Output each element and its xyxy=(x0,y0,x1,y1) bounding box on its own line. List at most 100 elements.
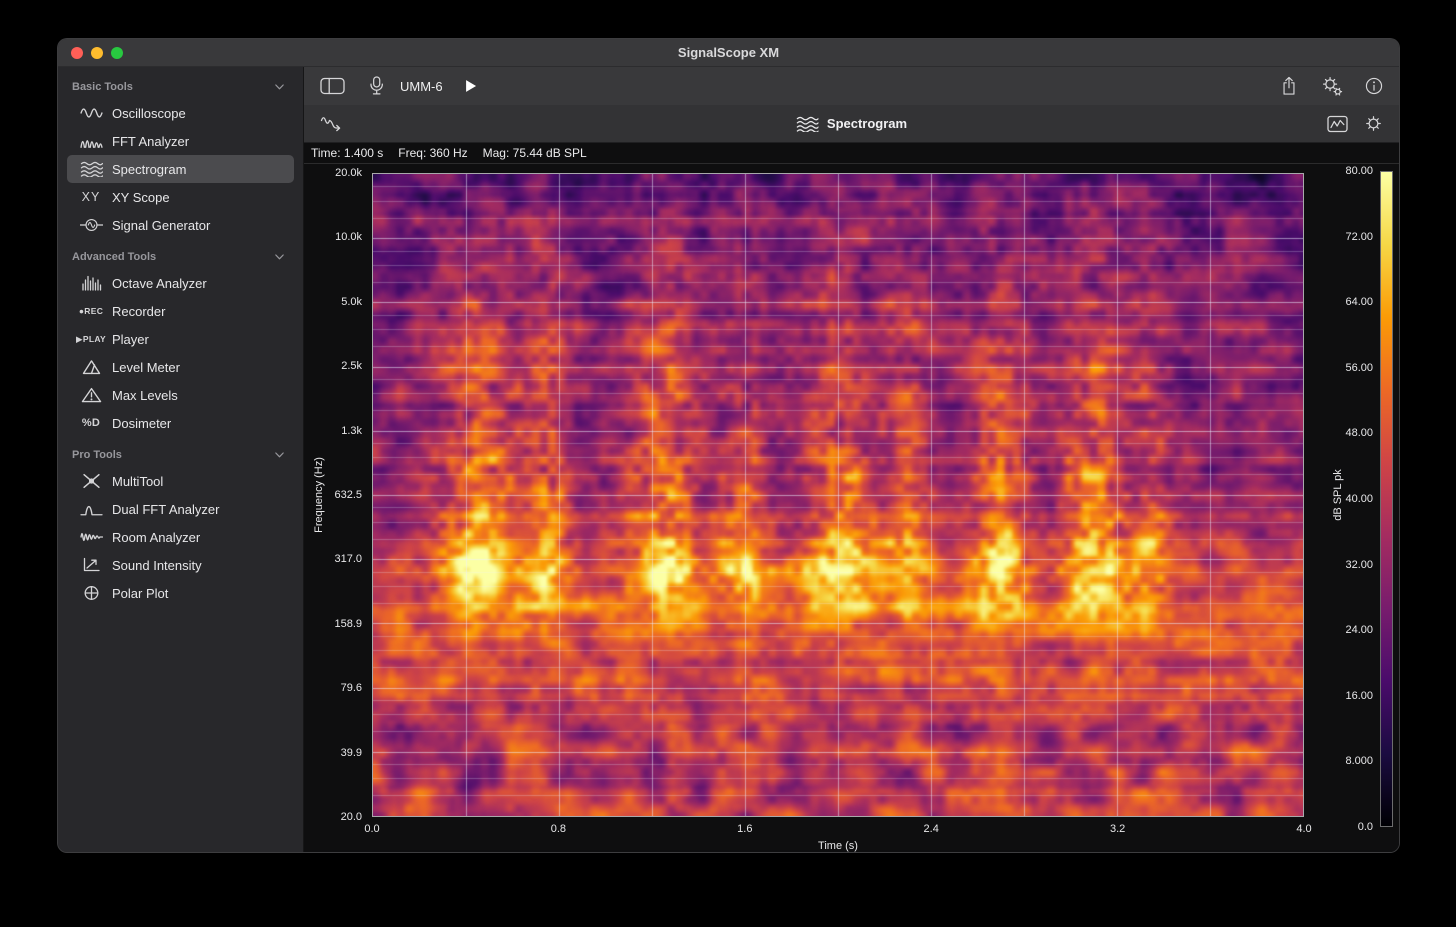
player-icon: ▶PLAY xyxy=(74,334,108,345)
sidebar-item-room-analyzer[interactable]: Room Analyzer xyxy=(67,523,294,551)
x-axis-ticks: 0.00.81.62.43.24.0 xyxy=(372,823,1304,837)
view-settings-gear-icon[interactable] xyxy=(1364,114,1383,133)
analyzer-view-icon[interactable] xyxy=(1327,115,1348,133)
x-axis-tick: 1.6 xyxy=(737,823,752,835)
window-title: SignalScope XM xyxy=(58,45,1399,60)
sidebar-item-recorder[interactable]: ●REC Recorder xyxy=(67,297,294,325)
sidebar-item-label: Polar Plot xyxy=(112,586,168,601)
colorbar[interactable] xyxy=(1380,171,1393,827)
y-axis-tick: 2.5k xyxy=(341,360,362,372)
colorbar-tick: 80.00 xyxy=(1345,165,1373,177)
recorder-icon: ●REC xyxy=(74,306,108,316)
y-axis-tick: 39.9 xyxy=(341,747,362,759)
sidebar-item-polar-plot[interactable]: Polar Plot xyxy=(67,579,294,607)
sidebar-item-oscilloscope[interactable]: Oscilloscope xyxy=(67,99,294,127)
sidebar-item-label: Player xyxy=(112,332,149,347)
device-name[interactable]: UMM-6 xyxy=(400,79,443,94)
microphone-icon[interactable] xyxy=(367,76,386,96)
sidebar-item-dual-fft-analyzer[interactable]: Dual FFT Analyzer xyxy=(67,495,294,523)
zoom-button[interactable] xyxy=(111,47,123,59)
sidebar-item-signal-generator[interactable]: Signal Generator xyxy=(67,211,294,239)
sidebar-item-spectrogram[interactable]: Spectrogram xyxy=(67,155,294,183)
sidebar-item-label: Dual FFT Analyzer xyxy=(112,502,219,517)
sidebar-toggle-icon[interactable] xyxy=(320,77,345,95)
cursor-statusbar: Time: 1.400 s Freq: 360 Hz Mag: 75.44 dB… xyxy=(304,143,1399,164)
spectrogram-plot[interactable] xyxy=(372,173,1304,817)
spectrogram-canvas[interactable] xyxy=(373,174,1303,816)
signal-flow-icon[interactable] xyxy=(320,115,342,132)
colorbar-tick: 24.00 xyxy=(1345,624,1373,636)
chevron-down-icon[interactable] xyxy=(274,451,285,459)
room-analyzer-icon xyxy=(74,529,108,545)
sidebar: Basic Tools Oscilloscope FFT Analyzer Spect… xyxy=(58,67,304,852)
settings-gears-icon[interactable] xyxy=(1320,75,1343,97)
section-header-pro-tools[interactable]: Pro Tools xyxy=(58,443,303,467)
sidebar-item-fft-analyzer[interactable]: FFT Analyzer xyxy=(67,127,294,155)
cursor-freq-readout: Freq: 360 Hz xyxy=(398,146,467,160)
sidebar-item-label: XY Scope xyxy=(112,190,170,205)
octave-analyzer-icon xyxy=(74,275,108,291)
sidebar-item-label: Max Levels xyxy=(112,388,178,403)
main-content: UMM-6 Spectrogram Time: 1.400 s xyxy=(304,67,1399,852)
sidebar-item-multitool[interactable]: MultiTool xyxy=(67,467,294,495)
share-icon[interactable] xyxy=(1280,76,1298,96)
colorbar-tick: 56.00 xyxy=(1345,362,1373,374)
sidebar-item-dosimeter[interactable]: %DDosimeter xyxy=(67,409,294,437)
traffic-lights xyxy=(71,47,123,59)
dual-fft-analyzer-icon xyxy=(74,501,108,517)
sidebar-item-max-levels[interactable]: Max Levels xyxy=(67,381,294,409)
y-axis-tick: 1.3k xyxy=(341,425,362,437)
sidebar-item-octave-analyzer[interactable]: Octave Analyzer xyxy=(67,269,294,297)
section-label: Basic Tools xyxy=(72,81,133,93)
sidebar-item-label: Signal Generator xyxy=(112,218,210,233)
colorbar-tick: 72.00 xyxy=(1345,231,1373,243)
close-button[interactable] xyxy=(71,47,83,59)
sidebar-item-sound-intensity[interactable]: Sound Intensity xyxy=(67,551,294,579)
colorbar-tick: 40.00 xyxy=(1345,493,1373,505)
sidebar-item-label: Octave Analyzer xyxy=(112,276,207,291)
xy-scope-icon: XY xyxy=(74,190,108,204)
y-axis-tick: 10.0k xyxy=(335,231,362,243)
chevron-down-icon[interactable] xyxy=(274,83,285,91)
titlebar[interactable]: SignalScope XM xyxy=(58,39,1399,67)
colorbar-tick: 8.000 xyxy=(1345,755,1373,767)
sidebar-item-label: FFT Analyzer xyxy=(112,134,189,149)
info-icon[interactable] xyxy=(1365,77,1383,95)
x-axis-tick: 2.4 xyxy=(924,823,939,835)
colorbar-tick: 16.00 xyxy=(1345,690,1373,702)
minimize-button[interactable] xyxy=(91,47,103,59)
view-title: Spectrogram xyxy=(827,116,907,131)
fft-analyzer-icon xyxy=(74,133,108,149)
level-meter-icon xyxy=(74,359,108,375)
y-axis-tick: 79.6 xyxy=(341,682,362,694)
colorbar-tick: 32.00 xyxy=(1345,559,1373,571)
colorbar-ticks: 80.0072.0064.0056.0048.0040.0032.0024.00… xyxy=(1302,171,1373,827)
sidebar-item-label: Level Meter xyxy=(112,360,180,375)
y-axis-tick: 5.0k xyxy=(341,296,362,308)
section-header-advanced-tools[interactable]: Advanced Tools xyxy=(58,245,303,269)
multitool-icon xyxy=(74,473,108,489)
section-header-basic-tools[interactable]: Basic Tools xyxy=(58,75,303,99)
sidebar-item-label: Recorder xyxy=(112,304,165,319)
y-axis-tick: 158.9 xyxy=(334,618,362,630)
oscilloscope-icon xyxy=(74,105,108,121)
colorbar-tick: 48.00 xyxy=(1345,427,1373,439)
sidebar-item-player[interactable]: ▶PLAY Player xyxy=(67,325,294,353)
sidebar-item-level-meter[interactable]: Level Meter xyxy=(67,353,294,381)
sidebar-item-label: Sound Intensity xyxy=(112,558,202,573)
main-toolbar: UMM-6 xyxy=(304,67,1399,105)
view-title-group: Spectrogram xyxy=(796,116,907,132)
sidebar-item-label: MultiTool xyxy=(112,474,163,489)
cursor-mag-readout: Mag: 75.44 dB SPL xyxy=(483,146,587,160)
chevron-down-icon[interactable] xyxy=(274,253,285,261)
y-axis-tick: 20.0k xyxy=(335,167,362,179)
play-button[interactable] xyxy=(465,79,477,93)
sidebar-item-xy-scope[interactable]: XY XY Scope xyxy=(67,183,294,211)
signal-generator-icon xyxy=(74,217,108,233)
sound-intensity-icon xyxy=(74,557,108,573)
y-axis-tick: 317.0 xyxy=(334,553,362,565)
x-axis-tick: 3.2 xyxy=(1110,823,1125,835)
sidebar-item-label: Dosimeter xyxy=(112,416,171,431)
app-window: SignalScope XM Basic Tools Oscilloscope FF… xyxy=(57,38,1400,853)
colorbar-tick: 64.00 xyxy=(1345,296,1373,308)
